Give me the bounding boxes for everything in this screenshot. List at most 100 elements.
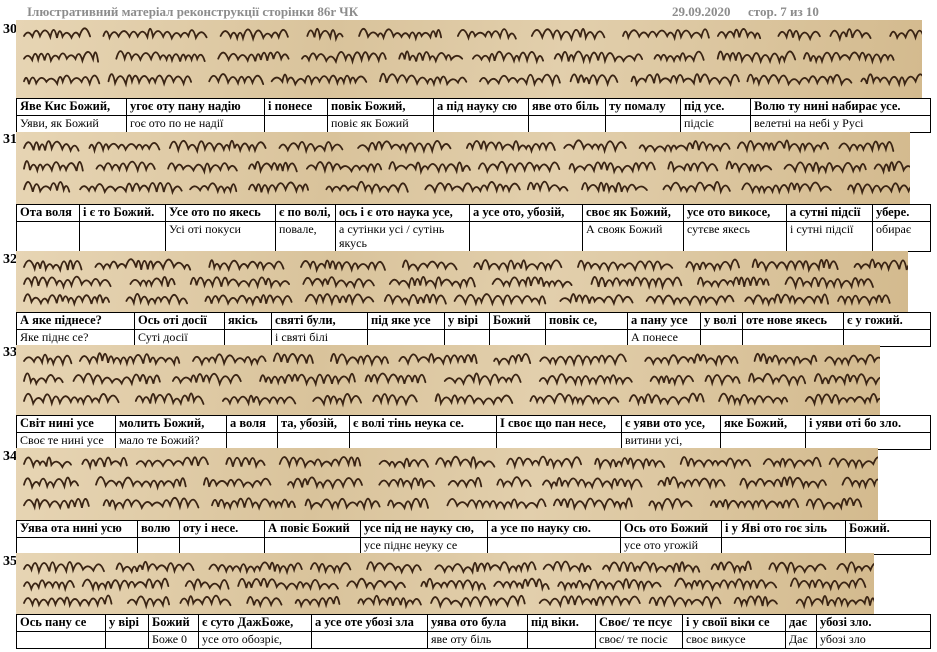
handwriting-stroke bbox=[434, 561, 537, 575]
word-cell: Ота воля bbox=[17, 205, 80, 222]
handwriting-stroke bbox=[378, 457, 429, 470]
handwriting-stroke bbox=[466, 140, 556, 155]
handwriting-stroke bbox=[211, 497, 296, 511]
handwriting-stroke bbox=[841, 476, 878, 490]
handwriting-stroke bbox=[753, 352, 818, 367]
word-cell: волю bbox=[138, 521, 180, 538]
handwriting-stroke bbox=[472, 50, 544, 65]
word-cell: убозі зло. bbox=[817, 615, 931, 632]
handwriting-stroke bbox=[23, 51, 99, 64]
manuscript-scan bbox=[16, 553, 874, 614]
handwriting-stroke bbox=[358, 27, 442, 42]
word-cell: уява ото була bbox=[428, 615, 528, 632]
transliteration-row: А яке піднесе? Ось оті досії якісь святі… bbox=[16, 312, 931, 330]
word-cell: є уяви ото усе, bbox=[622, 416, 721, 433]
word-cell: А яке піднесе? bbox=[17, 313, 135, 330]
handwriting-stroke bbox=[88, 141, 161, 155]
word-cell: і є то Божий. bbox=[80, 205, 166, 222]
handwriting-stroke bbox=[79, 182, 183, 196]
handwriting-stroke bbox=[312, 393, 362, 408]
handwriting-stroke bbox=[725, 160, 773, 174]
handwriting-stroke bbox=[301, 51, 387, 65]
handwriting-stroke bbox=[506, 455, 582, 470]
word-cell: якісь bbox=[225, 313, 272, 330]
translation-cell: повале, bbox=[276, 222, 336, 252]
line-number: 33 bbox=[3, 345, 17, 360]
handwriting-stroke bbox=[398, 353, 478, 366]
line-number: 30 bbox=[3, 22, 17, 37]
word-cell: та, убозій, bbox=[278, 416, 350, 433]
word-cell: у волі bbox=[701, 313, 743, 330]
handwriting-stroke bbox=[667, 161, 719, 173]
translation-cell bbox=[106, 632, 149, 649]
translation-cell bbox=[528, 632, 596, 649]
handwriting-stroke bbox=[398, 50, 464, 64]
translation-row: Боже 0 усе ото обозріє, яве оту біль сво… bbox=[16, 631, 931, 649]
page-number: стор. 7 из 10 bbox=[748, 4, 819, 19]
word-cell: є по волі, bbox=[276, 205, 336, 222]
handwriting-stroke bbox=[383, 293, 447, 307]
handwriting-stroke bbox=[434, 393, 514, 407]
handwriting-stroke bbox=[168, 139, 267, 155]
handwriting-stroke bbox=[559, 293, 634, 307]
handwriting-stroke bbox=[330, 353, 389, 367]
word-cell: усе під не науку сю, bbox=[361, 521, 488, 538]
word-cell: під віки. bbox=[528, 615, 596, 632]
line-number: 34 bbox=[3, 449, 17, 464]
transliteration-row: Ота воля і є то Божий. Усе ото по якесь … bbox=[16, 204, 931, 222]
handwriting-stroke bbox=[602, 561, 701, 574]
handwriting-stroke bbox=[208, 259, 285, 273]
handwriting-stroke bbox=[95, 476, 187, 491]
translation-cell bbox=[80, 222, 166, 252]
word-cell: Уява ота нині усю bbox=[17, 521, 138, 538]
handwriting-stroke bbox=[23, 476, 79, 491]
handwriting-stroke bbox=[653, 50, 705, 64]
handwriting-stroke bbox=[23, 160, 84, 174]
handwriting-stroke bbox=[204, 294, 293, 307]
document-title: Ілюстративний матеріал реконструкції сто… bbox=[27, 4, 359, 19]
translation-cell: повіє як Божий bbox=[328, 116, 434, 133]
handwriting-stroke bbox=[364, 372, 427, 385]
handwriting-stroke bbox=[102, 496, 200, 512]
handwriting-stroke bbox=[167, 162, 238, 175]
handwriting-stroke bbox=[805, 497, 863, 511]
handwriting-stroke bbox=[594, 457, 666, 471]
handwriting-stroke bbox=[388, 161, 471, 176]
handwriting-stroke bbox=[649, 374, 694, 387]
word-cell: Ось ото Божий bbox=[621, 521, 722, 538]
handwriting-stroke bbox=[716, 50, 797, 66]
transliteration-row: Уява ота нині усю волю оту і несе. А пов… bbox=[16, 520, 931, 538]
word-cell: і понесе bbox=[265, 99, 328, 116]
handwriting-stroke bbox=[420, 577, 487, 592]
handwriting-stroke bbox=[717, 28, 762, 40]
translation-cell: сутєве якесь bbox=[684, 222, 787, 252]
handwriting-stroke bbox=[443, 372, 522, 387]
handwriting-stroke bbox=[709, 498, 800, 511]
handwriting-stroke bbox=[172, 372, 242, 387]
translation-cell: велетні на небі у Русі bbox=[751, 116, 931, 133]
translation-cell bbox=[17, 632, 106, 649]
word-cell: є волі тінь неука се. bbox=[350, 416, 497, 433]
handwriting-stroke bbox=[837, 294, 891, 307]
word-cell: а усе оте убозі зла bbox=[312, 615, 428, 632]
handwriting-stroke bbox=[248, 181, 309, 195]
handwriting-stroke bbox=[259, 372, 356, 388]
handwriting-stroke bbox=[447, 477, 483, 489]
word-cell: оте нове якесь bbox=[743, 313, 844, 330]
translation-cell: своє/ те посіє bbox=[596, 632, 683, 649]
handwriting-stroke bbox=[79, 352, 181, 367]
word-cell: Світ нині усе bbox=[17, 416, 116, 433]
handwriting-stroke bbox=[325, 180, 409, 195]
handwriting-stroke bbox=[357, 140, 452, 155]
document-date: 29.09.2020 bbox=[672, 4, 731, 19]
handwriting-stroke bbox=[23, 140, 80, 154]
translation-cell: своє викусе bbox=[683, 632, 786, 649]
word-cell: а під науку сю bbox=[434, 99, 529, 116]
handwriting-stroke bbox=[372, 393, 418, 407]
word-cell: своє як Божий, bbox=[583, 205, 684, 222]
handwriting-stroke bbox=[873, 160, 910, 175]
handwriting-stroke bbox=[278, 141, 344, 155]
word-cell: святі були, bbox=[272, 313, 368, 330]
translation-cell bbox=[606, 116, 681, 133]
handwriting-stroke bbox=[542, 476, 643, 491]
